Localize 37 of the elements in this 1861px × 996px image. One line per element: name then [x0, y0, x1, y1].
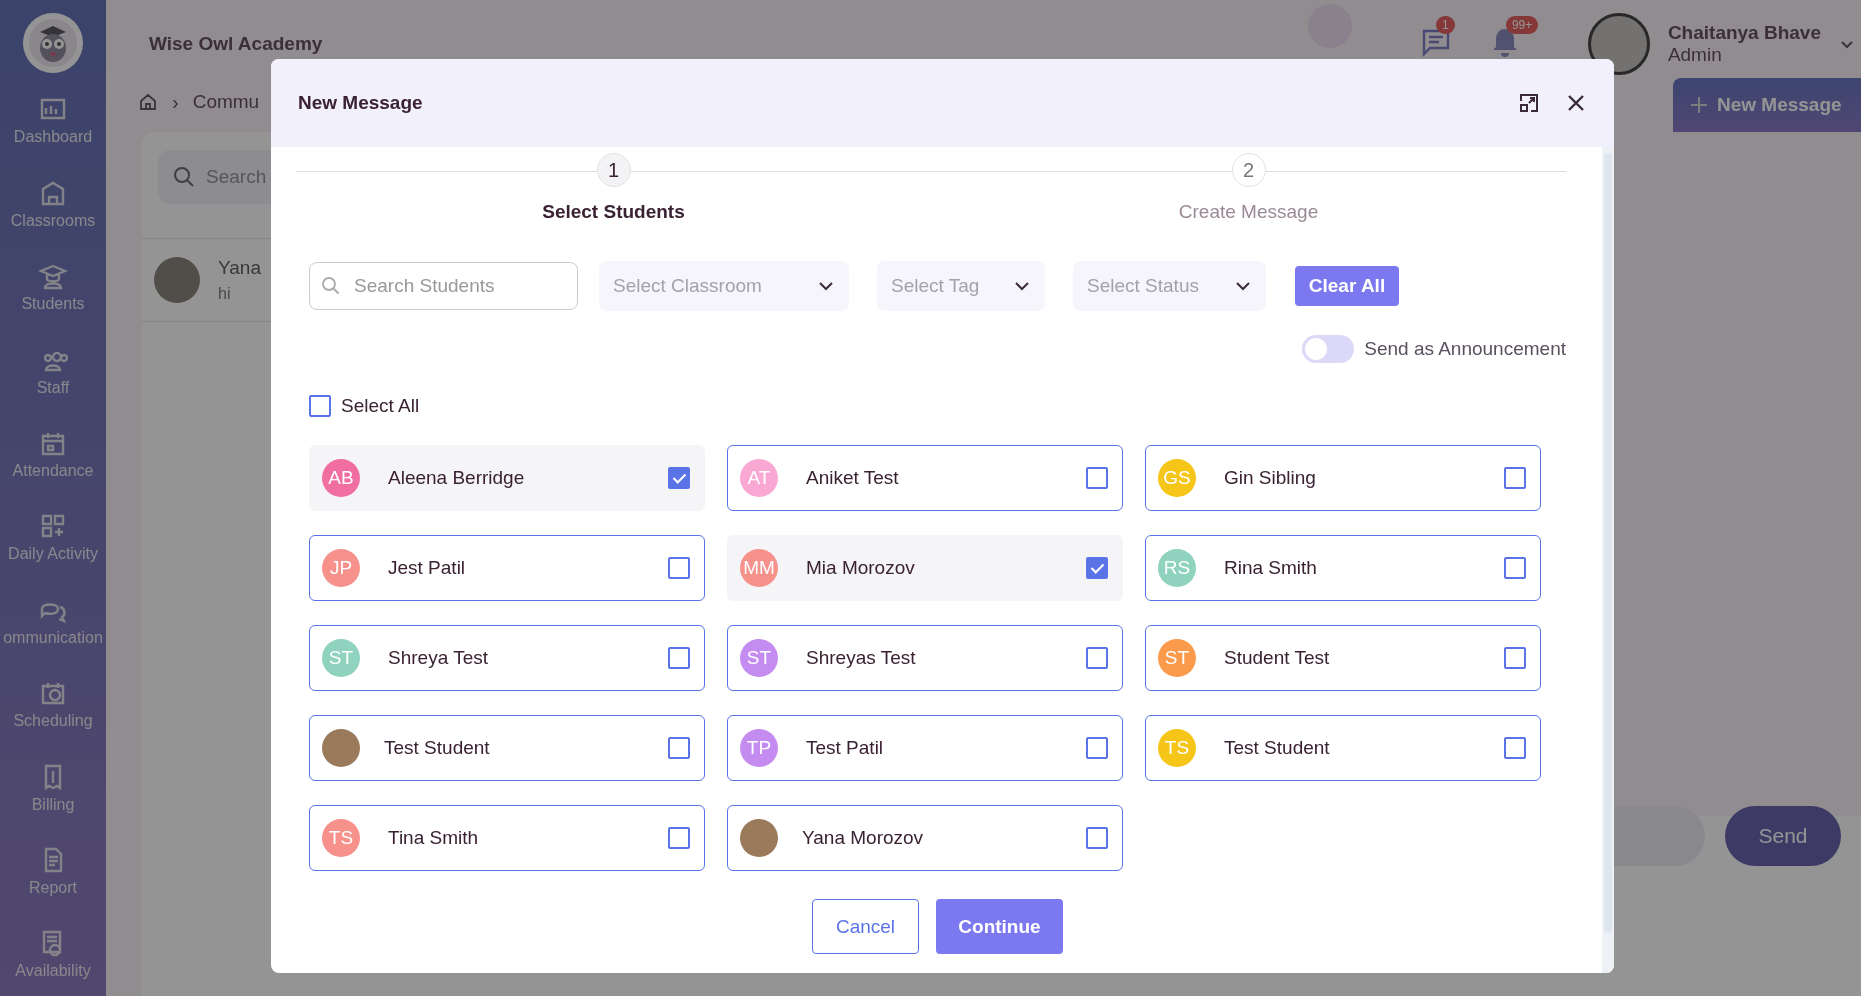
dialog-title: New Message	[298, 92, 423, 114]
notification-count: 1	[1435, 16, 1455, 34]
student-name: Tina Smith	[388, 827, 479, 849]
select-all-label: Select All	[341, 395, 420, 417]
student-name: Rina Smith	[1224, 557, 1317, 579]
student-name: Mia Morozov	[806, 557, 915, 579]
initials-avatar: AT	[740, 459, 778, 497]
user-name: Chaitanya Bhave	[1667, 22, 1821, 44]
student-name: Student Test	[1224, 647, 1330, 669]
toggle-label: Send as Announcement	[1364, 338, 1566, 360]
initials-avatar: TS	[322, 819, 360, 857]
initials-avatar: ST	[1158, 639, 1196, 677]
step-number: 2	[1231, 153, 1266, 187]
student-name: Gin Sibling	[1224, 467, 1316, 489]
initials-avatar: ST	[322, 639, 360, 677]
initials-avatar: AB	[322, 459, 360, 497]
student-name: Jest Patil	[388, 557, 466, 579]
breadcrumb-separator: ›	[172, 90, 179, 114]
step-number: 1	[596, 153, 631, 187]
student-name: Aniket Test	[806, 467, 899, 489]
school-name: Wise Owl Academy	[149, 33, 323, 55]
student-name: Test Patil	[806, 737, 884, 759]
notification-count: 99+	[1505, 16, 1539, 34]
user-role: Admin	[1667, 44, 1723, 66]
initials-avatar: JP	[322, 549, 360, 587]
initials-avatar: TP	[740, 729, 778, 767]
student-name: Aleena Berridge	[388, 467, 525, 489]
student-name: Yana Morozov	[802, 827, 924, 849]
initials-avatar: TS	[1158, 729, 1196, 767]
student-name: Test Student	[384, 737, 490, 759]
student-name: Shreyas Test	[806, 647, 916, 669]
initials-avatar: RS	[1158, 549, 1196, 587]
student-name: Test Student	[1224, 737, 1330, 759]
initials-avatar: GS	[1158, 459, 1196, 497]
initials-avatar: ST	[740, 639, 778, 677]
student-name: Shreya Test	[388, 647, 488, 669]
initials-avatar: MM	[740, 549, 778, 587]
